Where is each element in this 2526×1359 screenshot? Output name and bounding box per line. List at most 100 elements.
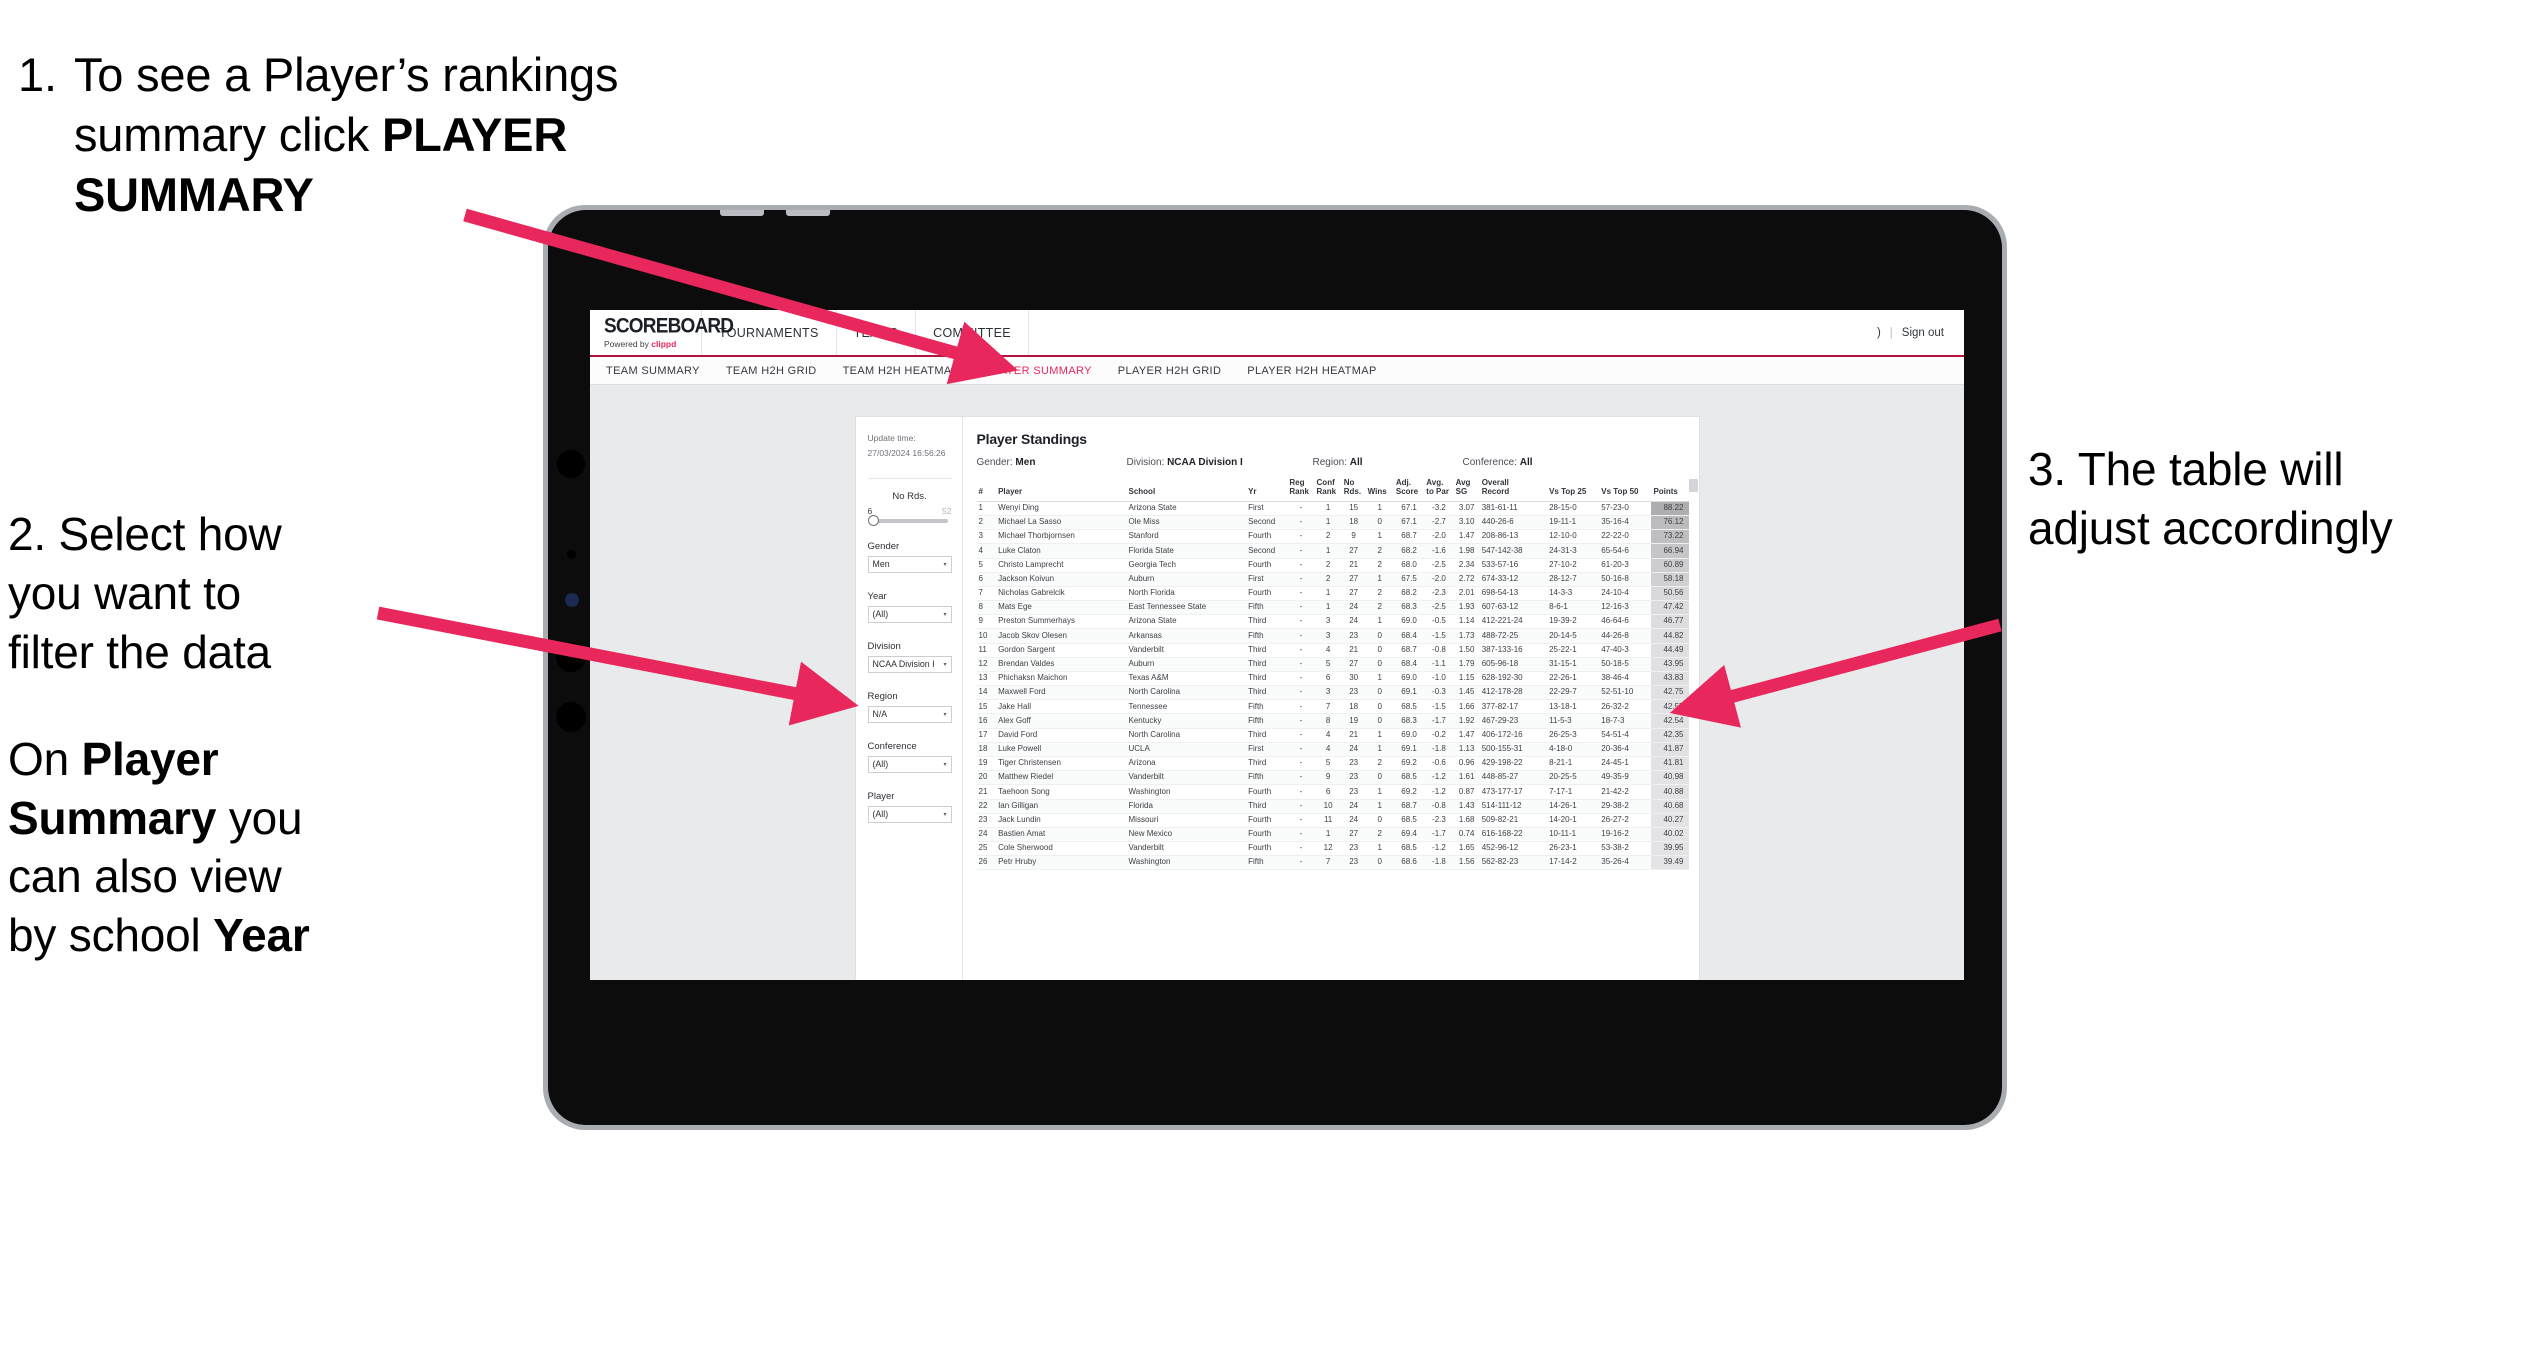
table-row[interactable]: 18 Luke Powell UCLA First -4 24 1 69.1 -1.8 1.13 5… (976, 742, 1689, 758)
table-row[interactable]: 16 Alex Goff Kentucky Fifth -8 19 0 68.3 -1.7 1.9… (976, 713, 1689, 729)
cell-sg: 0.74 (1453, 827, 1480, 843)
scoreboard-logo[interactable]: SCOREBOARD Powered by clippd (590, 310, 734, 355)
table-row[interactable]: 3 Michael Thorbjornsen Stanford Fourth -2 9 1 6… (976, 529, 1689, 545)
year-select[interactable]: (All) ▾ (867, 605, 952, 623)
table-row[interactable]: 11 Gordon Sargent Vanderbilt Third -4 21 0 68.7… (976, 643, 1689, 658)
meta-gender-label: Gender: (976, 457, 1016, 468)
cell-player: Nicholas Gabrelcik (996, 586, 1127, 602)
table-row[interactable]: 26 Petr Hruby Washington Fifth -7 23 0 68.6 -1.8… (976, 855, 1689, 871)
cell-rds: 23 (1341, 756, 1366, 772)
cell-reg: - (1287, 671, 1315, 687)
cell-rds: 24 (1341, 742, 1366, 758)
cell-t50: 50-18-5 (1599, 657, 1652, 672)
cell-pts: 50.56 (1651, 586, 1689, 602)
sub-nav-team-h2h-heatmap[interactable]: TEAM H2H HEATMAP (843, 365, 960, 377)
column-header-wins[interactable]: Wins (1365, 479, 1394, 502)
cell-reg: - (1287, 501, 1315, 517)
sub-nav-team-summary[interactable]: TEAM SUMMARY (606, 365, 700, 377)
table-row[interactable]: 20 Matthew Riedel Vanderbilt Fifth -9 23 0 68.5… (976, 770, 1689, 786)
table-row[interactable]: 17 David Ford North Carolina Third -4 21 1 69.0… (976, 728, 1689, 743)
gender-select[interactable]: Men ▾ (867, 555, 952, 573)
cell-par: -2.0 (1424, 572, 1454, 587)
cell-player: Phichaksn Maichon (996, 671, 1127, 687)
annotation-2-line1: 2. Select how (8, 508, 282, 560)
table-row[interactable]: 5 Christo Lamprecht Georgia Tech Fourth -2 21… (976, 558, 1689, 573)
table-row[interactable]: 6 Jackson Koivun Auburn First -2 27 1 67.5 -2.0 2… (976, 572, 1689, 587)
cell-rec: 547-142-38 (1479, 543, 1548, 559)
table-row[interactable]: 8 Mats Ege East Tennessee State Fifth -1 24 2 6… (976, 600, 1689, 616)
table-row[interactable]: 23 Jack Lundin Missouri Fourth -11 24 0 68.5 -2.… (976, 813, 1689, 828)
column-header-reg[interactable]: Reg Rank (1287, 479, 1315, 502)
cell-yr: Fourth (1246, 827, 1288, 843)
column-header-sg[interactable]: Avg SG (1453, 479, 1480, 502)
cell-pts: 39.95 (1651, 841, 1689, 857)
cell-school: East Tennessee State (1126, 600, 1247, 616)
column-header-par[interactable]: Avg. to Par (1424, 479, 1454, 502)
no-rds-slider[interactable] (867, 515, 948, 527)
cell-num: 22 (976, 799, 997, 814)
cell-school: Stanford (1126, 529, 1247, 545)
cell-pts: 42.54 (1651, 713, 1689, 729)
table-row[interactable]: 1 Wenyi Ding Arizona State First -1 15 1 67.1 -3… (976, 501, 1689, 517)
table-row[interactable]: 12 Brendan Valdes Auburn Third -5 27 0 68.4 -1.1… (976, 657, 1689, 672)
header-divider: | (1889, 326, 1893, 339)
table-row[interactable]: 2 Michael La Sasso Ole Miss Second -1 18 0 67.1… (976, 515, 1689, 531)
table-row[interactable]: 21 Taehoon Song Washington Fourth -6 23 1 69.2-… (976, 784, 1689, 800)
column-header-adj[interactable]: Adj. Score (1393, 479, 1425, 502)
cell-sg: 1.47 (1453, 728, 1480, 743)
no-rds-slider-thumb[interactable] (867, 515, 879, 527)
cell-conf: 1 (1314, 501, 1342, 517)
top-nav-committee[interactable]: COMMITTEE (916, 310, 1029, 355)
cell-rds: 21 (1341, 728, 1366, 743)
column-header-pts[interactable]: Points (1651, 479, 1689, 502)
table-row[interactable]: 4 Luke Claton Florida State Second -1 27 2 68.2… (976, 543, 1689, 559)
player-value: (All) (872, 809, 889, 820)
cell-num: 24 (976, 827, 997, 843)
cell-yr: First (1246, 742, 1288, 758)
cell-t25: 27-10-2 (1547, 558, 1600, 573)
sign-out-link[interactable]: Sign out (1902, 327, 1944, 339)
conference-select[interactable]: (All) ▾ (867, 755, 952, 773)
table-row[interactable]: 9 Preston Summerhays Arizona State Third -3 2… (976, 614, 1689, 630)
division-select[interactable]: NCAA Division I ▾ (867, 655, 952, 673)
user-icon[interactable]: ) (1877, 327, 1881, 339)
table-row[interactable]: 19 Tiger Christensen Arizona Third -5 23 2 69.2… (976, 756, 1689, 772)
table-scroll-region[interactable]: # Player School Yr Reg Rank Conf Rank No Rds. Wins… (963, 479, 1699, 980)
region-select[interactable]: N/A ▾ (867, 705, 952, 723)
table-row[interactable]: 14 Maxwell Ford North Carolina Third -3 23 0 69… (976, 685, 1689, 701)
cell-wins: 1 (1365, 841, 1394, 857)
cell-wins: 2 (1365, 827, 1394, 843)
column-header-num[interactable]: # (976, 479, 997, 502)
column-header-rec[interactable]: Overall Record (1479, 479, 1548, 502)
cell-player: Taehoon Song (996, 784, 1127, 800)
cell-wins: 1 (1365, 501, 1394, 517)
sub-nav-player-h2h-heatmap[interactable]: PLAYER H2H HEATMAP (1247, 365, 1376, 377)
cell-num: 7 (976, 586, 997, 602)
annotation-1-line2-bold: PLAYER (381, 108, 568, 162)
column-header-t50[interactable]: Vs Top 50 (1599, 479, 1652, 502)
table-row[interactable]: 22 Ian Gilligan Florida Third -10 24 1 68.7 -0.8… (976, 799, 1689, 814)
cell-adj: 68.5 (1393, 770, 1425, 786)
sub-nav-team-h2h-grid[interactable]: TEAM H2H GRID (726, 365, 817, 377)
cell-t50: 44-26-8 (1599, 628, 1652, 644)
column-header-rds[interactable]: No Rds. (1341, 479, 1366, 502)
table-row[interactable]: 15 Jake Hall Tennessee Fifth -7 18 0 68.5 -1.5 1.… (976, 699, 1689, 715)
top-nav-teams[interactable]: TEAMS (837, 310, 917, 355)
table-row[interactable]: 25 Cole Sherwood Vanderbilt Fourth -12 23 1 68.… (976, 841, 1689, 857)
sub-nav-player-summary[interactable]: PLAYER SUMMARY (985, 365, 1092, 377)
cell-yr: Third (1246, 728, 1288, 743)
table-header-row: # Player School Yr Reg Rank Conf Rank No Rds. Wins… (976, 479, 1689, 502)
column-header-school[interactable]: School (1126, 479, 1247, 502)
column-header-t25[interactable]: Vs Top 25 (1547, 479, 1600, 502)
column-header-player[interactable]: Player (996, 479, 1127, 502)
cell-yr: Second (1246, 515, 1288, 531)
sub-nav-player-h2h-grid[interactable]: PLAYER H2H GRID (1118, 365, 1221, 377)
table-scrollbar-thumb[interactable] (1688, 479, 1698, 492)
table-row[interactable]: 13 Phichaksn Maichon Texas A&M Third -6 30 1 69… (976, 671, 1689, 687)
table-row[interactable]: 7 Nicholas Gabrelcik North Florida Fourth -1… (976, 586, 1689, 602)
table-row[interactable]: 10 Jacob Skov Olesen Arkansas Fifth -3 23 0 68.… (976, 628, 1689, 644)
column-header-yr[interactable]: Yr (1246, 479, 1288, 502)
column-header-conf[interactable]: Conf Rank (1314, 479, 1342, 502)
table-row[interactable]: 24 Bastien Amat New Mexico Fourth -1 27 2 69.4-… (976, 827, 1689, 843)
player-select[interactable]: (All) ▾ (867, 805, 952, 823)
